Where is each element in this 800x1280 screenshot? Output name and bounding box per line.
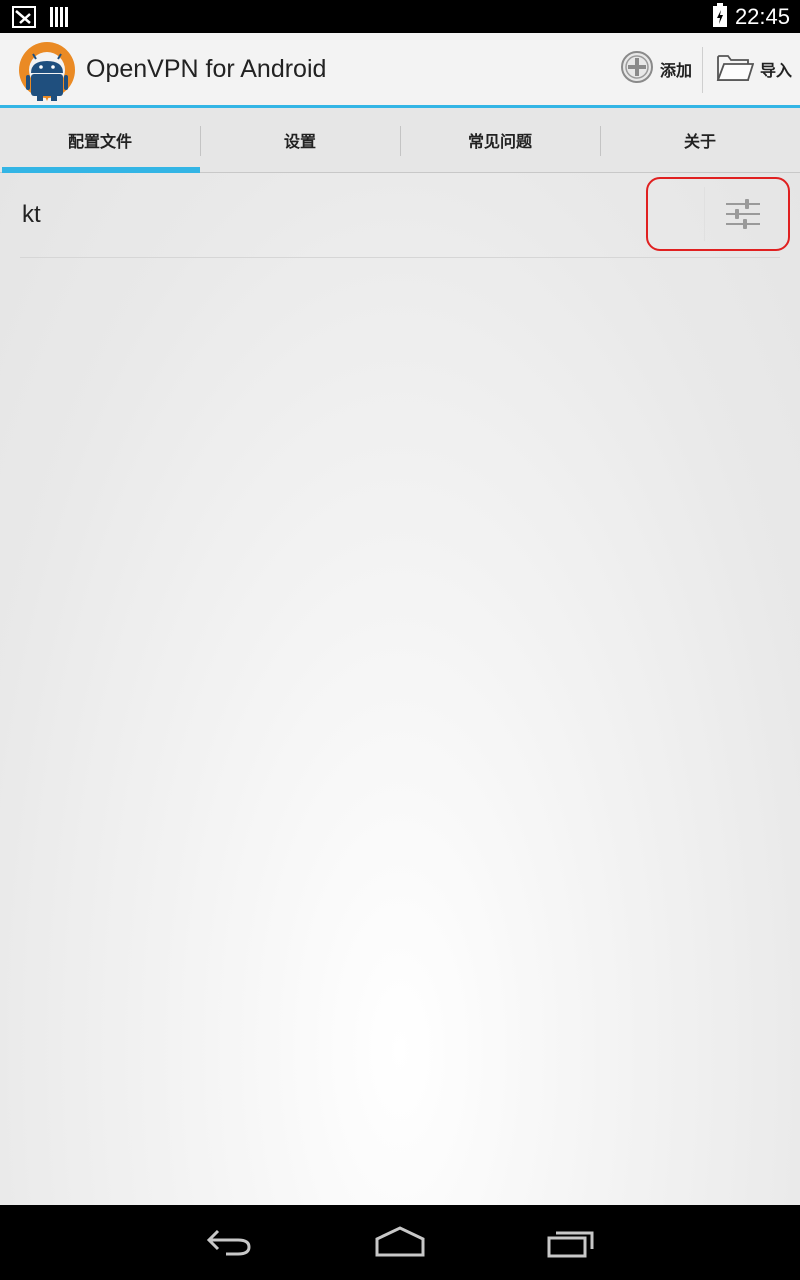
edit-profile-button[interactable] xyxy=(646,177,790,251)
action-bar: OpenVPN for Android 添加 导入 xyxy=(0,33,800,108)
openvpn-logo-icon xyxy=(14,39,80,101)
status-bar: 22:45 xyxy=(0,0,800,33)
recent-apps-icon[interactable] xyxy=(546,1225,598,1263)
import-button[interactable]: 导入 xyxy=(716,45,792,93)
add-circle-icon xyxy=(620,50,654,88)
tab-settings[interactable]: 设置 xyxy=(200,108,400,172)
home-icon[interactable] xyxy=(374,1225,426,1263)
add-button[interactable]: 添加 xyxy=(620,45,692,93)
profile-list: kt xyxy=(0,173,800,1205)
back-icon[interactable] xyxy=(204,1225,254,1263)
edit-divider xyxy=(704,187,705,241)
folder-icon xyxy=(716,51,755,87)
tab-bar: 配置文件 设置 常见问题 关于 xyxy=(0,108,800,173)
barcode-icon xyxy=(50,7,68,31)
profile-name: kt xyxy=(22,201,41,228)
navigation-bar xyxy=(0,1205,800,1280)
app-title: OpenVPN for Android xyxy=(86,55,327,83)
status-system: 22:45 xyxy=(712,3,790,31)
action-divider xyxy=(702,47,703,93)
list-item[interactable]: kt xyxy=(20,173,790,258)
tab-profiles[interactable]: 配置文件 xyxy=(0,108,200,173)
settings-sliders-icon xyxy=(726,197,760,235)
tab-about[interactable]: 关于 xyxy=(600,108,800,172)
status-notifications xyxy=(12,6,68,32)
battery-icon xyxy=(712,3,727,31)
import-label: 导入 xyxy=(760,61,793,80)
add-label: 添加 xyxy=(660,61,693,80)
notification-icon xyxy=(12,6,36,32)
tab-faq[interactable]: 常见问题 xyxy=(400,108,600,172)
status-time: 22:45 xyxy=(734,4,790,29)
